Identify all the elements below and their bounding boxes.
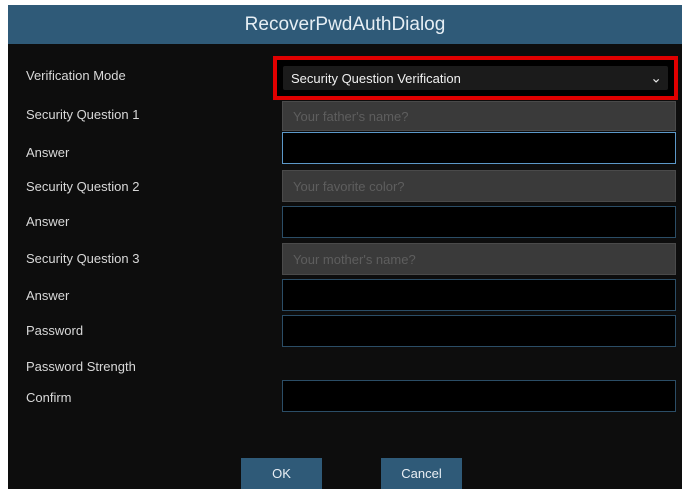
dialog-title-bar: RecoverPwdAuthDialog: [8, 5, 682, 44]
security-question-1-value: Your father's name?: [293, 108, 409, 124]
answer-1-input[interactable]: [282, 132, 676, 164]
answer-3-label: Answer: [26, 288, 70, 303]
verification-mode-select[interactable]: Security Question Verification ⌄: [273, 56, 678, 100]
recover-password-dialog: RecoverPwdAuthDialog Verification Mode S…: [8, 5, 682, 489]
ok-button[interactable]: OK: [241, 458, 322, 489]
confirm-label: Confirm: [26, 390, 72, 405]
answer-2-label: Answer: [26, 214, 70, 229]
security-question-2-label: Security Question 2: [26, 179, 140, 194]
cancel-button[interactable]: Cancel: [381, 458, 462, 489]
answer-2-input[interactable]: [282, 206, 676, 238]
password-strength-label: Password Strength: [26, 359, 136, 374]
security-question-3-field: Your mother's name?: [282, 243, 676, 275]
password-label: Password: [26, 323, 84, 338]
chevron-down-icon[interactable]: ⌄: [650, 70, 662, 87]
answer-1-label: Answer: [26, 145, 70, 160]
cancel-button-label: Cancel: [401, 466, 442, 481]
security-question-3-label: Security Question 3: [26, 251, 140, 266]
dialog-title: RecoverPwdAuthDialog: [244, 13, 446, 35]
password-input[interactable]: [282, 315, 676, 347]
verification-mode-value: Security Question Verification: [291, 70, 461, 86]
security-question-2-value: Your favorite color?: [293, 178, 405, 194]
security-question-1-field: Your father's name?: [282, 101, 676, 131]
security-question-1-label: Security Question 1: [26, 107, 140, 122]
security-question-2-field: Your favorite color?: [282, 170, 676, 202]
answer-3-input[interactable]: [282, 279, 676, 311]
ok-button-label: OK: [272, 466, 291, 481]
security-question-3-value: Your mother's name?: [293, 251, 416, 267]
confirm-password-input[interactable]: [282, 380, 676, 412]
verification-mode-label: Verification Mode: [26, 68, 126, 83]
